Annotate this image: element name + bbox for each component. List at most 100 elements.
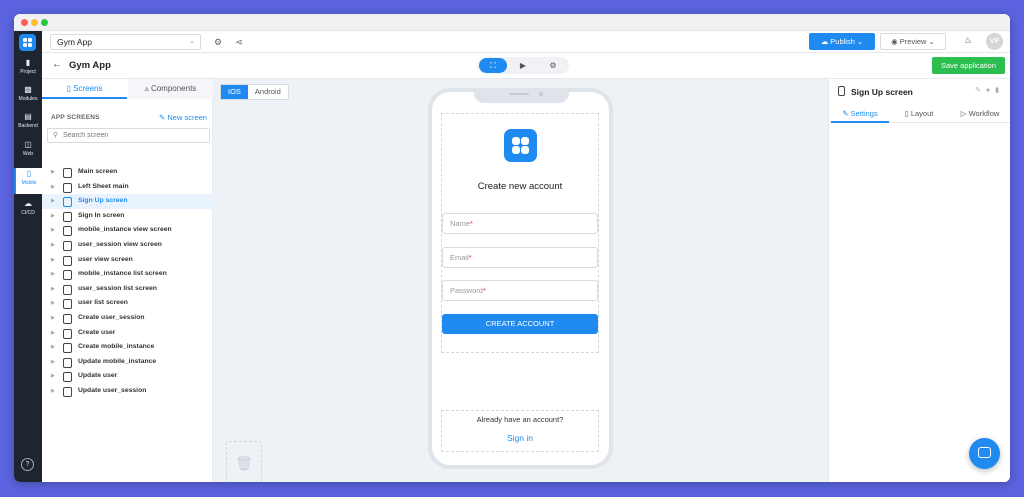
mobile-screen-icon xyxy=(63,270,72,281)
screen-list-item[interactable]: ▶ user_session view screen xyxy=(42,238,213,253)
chevron-right-icon[interactable]: ▶ xyxy=(51,340,55,355)
chevron-right-icon[interactable]: ▶ xyxy=(51,209,55,224)
screen-list-item[interactable]: ▶ Sign In screen xyxy=(42,209,213,224)
properties-tabs: ✎ Settings ▯ Layout ▷ Workflow xyxy=(829,104,1010,123)
screen-list-item-label: Create user xyxy=(78,328,116,336)
mobile-screen-icon xyxy=(63,211,72,222)
nav-cicd[interactable]: ☁ CI/CD xyxy=(14,198,42,224)
trash-icon[interactable]: 🗑 xyxy=(226,441,262,482)
close-window-button[interactable] xyxy=(21,19,28,26)
minimize-window-button[interactable] xyxy=(31,19,38,26)
info-icon[interactable]: ● xyxy=(986,87,995,94)
chevron-right-icon[interactable]: ▶ xyxy=(51,369,55,384)
chevron-right-icon[interactable]: ▶ xyxy=(51,267,55,282)
screen-list-item[interactable]: ▶ mobile_instance list screen xyxy=(42,267,213,282)
tab-settings-label: Settings xyxy=(850,109,878,118)
mobile-screen-icon xyxy=(63,197,72,208)
chevron-right-icon[interactable]: ▶ xyxy=(51,165,55,180)
nav-modules[interactable]: ▩ Modules xyxy=(14,84,42,110)
nav-modules-label: Modules xyxy=(18,96,38,102)
name-field[interactable]: Name* xyxy=(442,213,598,234)
panel-tabs: ▯ Screens ▵ Components xyxy=(42,79,213,99)
tab-layout[interactable]: ▯ Layout xyxy=(891,104,947,123)
screen-list-item-label: user_session list screen xyxy=(78,284,157,292)
chevron-right-icon[interactable]: ▶ xyxy=(51,384,55,399)
save-application-button[interactable]: Save application xyxy=(932,57,1005,74)
window-titlebar xyxy=(14,14,1010,31)
nav-project[interactable]: ▮ Project xyxy=(14,57,42,83)
mobile-icon: ▯ xyxy=(26,169,32,178)
chevron-right-icon[interactable]: ▶ xyxy=(51,326,55,341)
screen-list-item[interactable]: ▶ user list screen xyxy=(42,296,213,311)
bell-icon[interactable]: ♨ xyxy=(964,35,972,46)
chevron-right-icon[interactable]: ▶ xyxy=(51,194,55,209)
nav-backend[interactable]: ▤ Backend xyxy=(14,111,42,137)
nav-project-label: Project xyxy=(20,69,36,75)
tab-screens[interactable]: ▯ Screens xyxy=(42,79,127,99)
screen-list-item[interactable]: ▶ Create user xyxy=(42,326,213,341)
signup-form-area[interactable]: Create new account Name* Email* Password… xyxy=(441,113,599,353)
chevron-right-icon[interactable]: ▶ xyxy=(51,296,55,311)
preview-button[interactable]: ◉ Preview ⌄ xyxy=(880,33,946,50)
platform-ios-button[interactable]: IOS xyxy=(221,85,248,99)
share-icon[interactable]: ⋖ xyxy=(232,35,246,49)
tab-workflow-label: Workflow xyxy=(968,109,1000,118)
chevron-right-icon[interactable]: ▶ xyxy=(51,282,55,297)
screen-list-item[interactable]: ▶ Main screen xyxy=(42,165,213,180)
chevron-down-icon: ⌄ xyxy=(189,38,195,45)
screen-list-item[interactable]: ▶ Create mobile_instance xyxy=(42,340,213,355)
mobile-screen-icon xyxy=(63,240,72,251)
screen-list-item[interactable]: ▶ mobile_instance view screen xyxy=(42,223,213,238)
screen-list-item[interactable]: ▶ Update user_session xyxy=(42,384,213,399)
help-icon[interactable]: ? xyxy=(21,458,34,471)
back-arrow-icon[interactable]: ← xyxy=(52,59,62,70)
chat-support-icon[interactable] xyxy=(969,438,1000,469)
tab-components[interactable]: ▵ Components xyxy=(128,79,213,99)
new-screen-link[interactable]: ✎ New screen xyxy=(159,113,207,122)
platform-android-button[interactable]: Android xyxy=(248,85,288,99)
create-account-button[interactable]: CREATE ACCOUNT xyxy=(442,314,598,334)
mobile-screen-icon xyxy=(63,343,72,354)
maximize-window-button[interactable] xyxy=(41,19,48,26)
phone-notch xyxy=(474,88,569,103)
settings-mode-icon[interactable]: ⚙ xyxy=(539,58,567,73)
signin-footer-area[interactable]: Already have an account? Sign in xyxy=(441,410,599,452)
app-select[interactable]: Gym App ⌄ xyxy=(50,34,201,50)
delete-icon[interactable]: ▮ xyxy=(995,87,1004,94)
nav-web-label: Web xyxy=(22,151,34,157)
screen-list-item[interactable]: ▶ user_session list screen xyxy=(42,282,213,297)
chevron-right-icon[interactable]: ▶ xyxy=(51,311,55,326)
screen-list-item[interactable]: ▶ Left Sheet main xyxy=(42,180,213,195)
chevron-right-icon[interactable]: ▶ xyxy=(51,253,55,268)
publish-button[interactable]: ☁ Publish ⌄ xyxy=(809,33,875,50)
nav-web[interactable]: ◫ Web xyxy=(14,139,42,165)
play-mode-icon[interactable]: ▶ xyxy=(509,58,537,73)
mobile-screen-icon xyxy=(63,313,72,324)
tab-workflow[interactable]: ▷ Workflow xyxy=(949,104,1010,123)
screen-list-item-label: Create mobile_instance xyxy=(78,343,155,351)
design-mode-icon[interactable]: ⛶ xyxy=(479,58,507,73)
screen-list-item[interactable]: ▶ Create user_session xyxy=(42,311,213,326)
chevron-right-icon[interactable]: ▶ xyxy=(51,180,55,195)
avatar[interactable]: VP xyxy=(986,33,1003,50)
search-input[interactable] xyxy=(63,130,203,141)
chevron-right-icon[interactable]: ▶ xyxy=(51,223,55,238)
chevron-right-icon[interactable]: ▶ xyxy=(51,355,55,370)
app-select-value: Gym App xyxy=(57,37,92,47)
chevron-right-icon[interactable]: ▶ xyxy=(51,238,55,253)
password-field[interactable]: Password* xyxy=(442,280,598,301)
edit-icon[interactable]: ✎ xyxy=(975,87,986,94)
tab-settings[interactable]: ✎ Settings xyxy=(831,104,889,123)
view-mode-toggle: ⛶ ▶ ⚙ xyxy=(477,57,569,74)
screen-list-item[interactable]: ▶ Update user xyxy=(42,369,213,384)
settings-gear-icon[interactable]: ⚙ xyxy=(211,35,225,49)
screen-list-item[interactable]: ▶ Update mobile_instance xyxy=(42,355,213,370)
nav-mobile[interactable]: ▯ Mobile xyxy=(14,168,42,194)
app-logo-icon[interactable] xyxy=(19,34,36,51)
mobile-screen-icon xyxy=(63,328,72,339)
screen-list-item[interactable]: ▶ Sign Up screen xyxy=(42,194,213,209)
preview-label: Preview xyxy=(899,37,927,46)
screen-list-item[interactable]: ▶ user view screen xyxy=(42,253,213,268)
email-field[interactable]: Email* xyxy=(442,247,598,268)
sign-in-link[interactable]: Sign in xyxy=(442,433,598,443)
